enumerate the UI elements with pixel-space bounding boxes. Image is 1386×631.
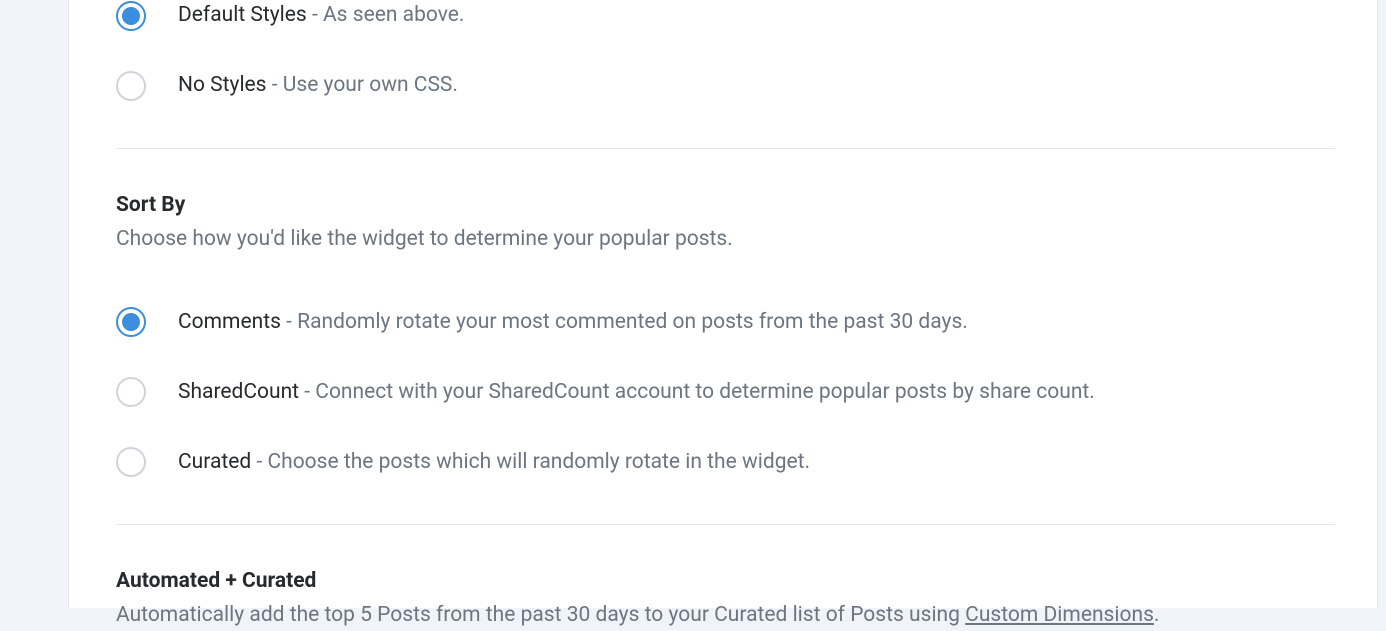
automated-desc-pre: Automatically add the top 5 Posts from t… <box>116 603 965 627</box>
radio-inner-dot <box>122 7 140 25</box>
radio-label-desc: - As seen above. <box>307 3 465 27</box>
radio-inner-dot <box>122 313 140 331</box>
sort-by-desc: Choose how you'd like the widget to dete… <box>116 225 1335 254</box>
radio-label-desc: - Randomly rotate your most commented on… <box>281 310 968 334</box>
automated-desc-post: . <box>1154 603 1160 627</box>
radio-label: Curated - Choose the posts which will ra… <box>178 449 810 476</box>
radio-icon <box>116 1 146 31</box>
radio-icon <box>116 71 146 101</box>
section-divider <box>116 524 1335 525</box>
radio-label: Comments - Randomly rotate your most com… <box>178 309 968 336</box>
radio-label-desc: - Use your own CSS. <box>267 73 458 97</box>
radio-label-title: Comments <box>178 310 281 334</box>
radio-sharedcount[interactable]: SharedCount - Connect with your SharedCo… <box>116 374 1335 410</box>
automated-desc: Automatically add the top 5 Posts from t… <box>116 601 1335 630</box>
radio-curated[interactable]: Curated - Choose the posts which will ra… <box>116 444 1335 480</box>
radio-label-title: SharedCount <box>178 380 299 404</box>
custom-dimensions-link[interactable]: Custom Dimensions <box>965 603 1154 627</box>
radio-label: No Styles - Use your own CSS. <box>178 72 458 99</box>
radio-icon <box>116 377 146 407</box>
radio-label-desc: - Connect with your SharedCount account … <box>299 380 1095 404</box>
radio-no-styles[interactable]: No Styles - Use your own CSS. <box>116 68 1335 104</box>
settings-panel: Default Styles - As seen above. No Style… <box>68 0 1378 608</box>
radio-label: Default Styles - As seen above. <box>178 2 464 29</box>
automated-title: Automated + Curated <box>116 569 1335 593</box>
radio-label-title: No Styles <box>178 73 267 97</box>
section-divider <box>116 148 1335 149</box>
radio-label-title: Curated <box>178 450 251 474</box>
sort-by-title: Sort By <box>116 193 1335 217</box>
radio-label: SharedCount - Connect with your SharedCo… <box>178 379 1095 406</box>
radio-icon <box>116 307 146 337</box>
radio-label-title: Default Styles <box>178 3 307 27</box>
radio-label-desc: - Choose the posts which will randomly r… <box>251 450 810 474</box>
radio-default-styles[interactable]: Default Styles - As seen above. <box>116 0 1335 34</box>
radio-comments[interactable]: Comments - Randomly rotate your most com… <box>116 304 1335 340</box>
radio-icon <box>116 447 146 477</box>
